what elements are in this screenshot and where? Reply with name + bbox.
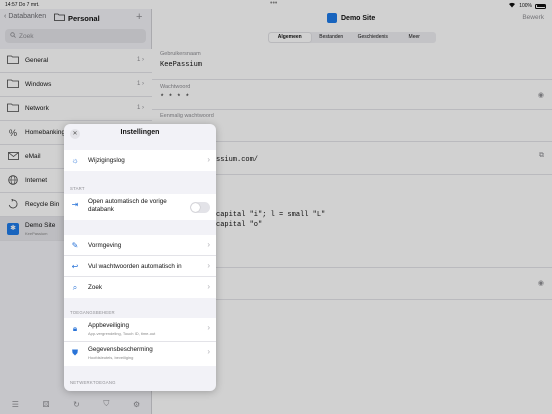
open-auto-row: ⇥ Open automatisch de vorige databank: [64, 194, 216, 220]
paintbrush-icon: ✎: [71, 241, 79, 250]
appearance-row[interactable]: ✎ Vormgeving ›: [64, 235, 216, 256]
chevron-right-icon: ›: [207, 323, 210, 332]
search-settings-row[interactable]: ⌕ Zoek ›: [64, 277, 216, 298]
chevron-right-icon: ›: [207, 282, 210, 291]
start-group: ⇥ Open automatisch de vorige databank: [64, 194, 216, 220]
lock-icon: 🔒︎: [72, 324, 78, 333]
data-protection-row[interactable]: ⛊ Gegevensbescherming Hoofdsleutels, bev…: [64, 342, 216, 366]
search-icon: ⌕: [72, 283, 78, 292]
changelog-group: ☼ Wijzigingslog ›: [64, 150, 216, 171]
chevron-right-icon: ›: [207, 240, 210, 249]
autofill-row[interactable]: ↩ Vul wachtwoorden automatisch in ›: [64, 256, 216, 277]
shield-icon: ⛊: [72, 348, 78, 357]
access-group: 🔒︎ Appbeveiliging App-vergrendeling, Tou…: [64, 318, 216, 366]
section-start: START: [70, 186, 85, 191]
changelog-row[interactable]: ☼ Wijzigingslog ›: [64, 150, 216, 171]
chevron-right-icon: ›: [207, 347, 210, 356]
options-group: ✎ Vormgeving › ↩ Vul wachtwoorden automa…: [64, 235, 216, 298]
open-auto-toggle[interactable]: [190, 202, 210, 213]
app-protection-row[interactable]: 🔒︎ Appbeveiliging App-vergrendeling, Tou…: [64, 318, 216, 342]
section-access: TOEGANGSBEHEER: [70, 310, 115, 315]
chevron-right-icon: ›: [207, 155, 210, 164]
popover-title: Instellingen: [120, 129, 160, 136]
login-icon: ⇥: [71, 200, 79, 209]
section-network: NETWERKTOEGANG: [70, 380, 116, 385]
settings-popover: ✕ Instellingen ☼ Wijzigingslog › START ⇥…: [64, 124, 216, 391]
return-arrow-icon: ↩: [71, 262, 79, 271]
popover-header: ✕ Instellingen: [64, 124, 216, 144]
chevron-right-icon: ›: [207, 261, 210, 270]
sun-icon: ☼: [71, 156, 79, 165]
